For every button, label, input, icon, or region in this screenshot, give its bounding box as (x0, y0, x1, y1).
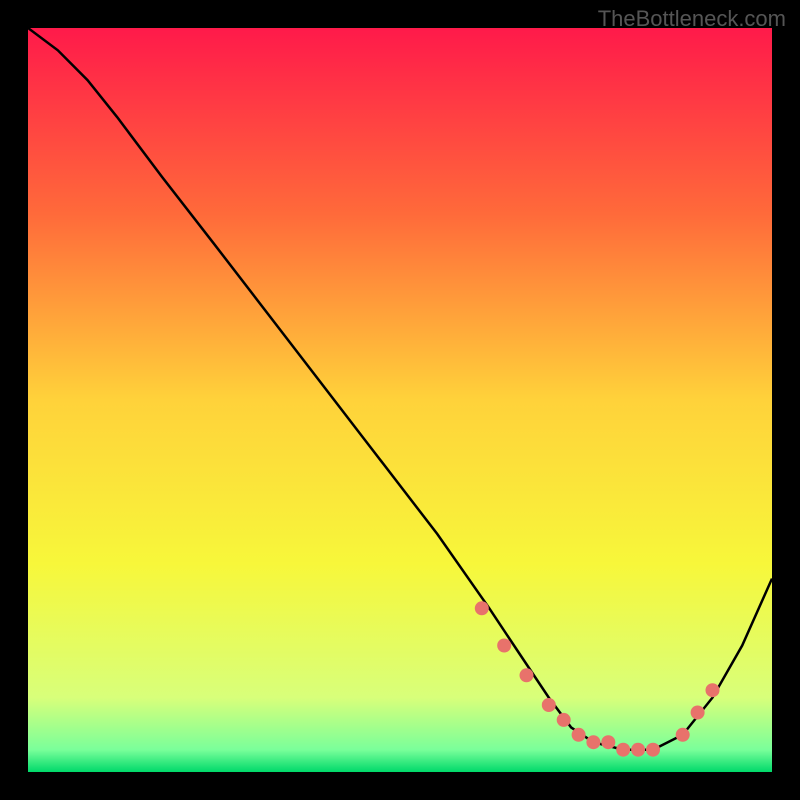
optimal-range-dot (520, 668, 534, 682)
optimal-range-dot (601, 735, 615, 749)
optimal-range-dot (646, 743, 660, 757)
optimal-range-dot (542, 698, 556, 712)
chart-svg (28, 28, 772, 772)
marker-group (475, 601, 720, 756)
optimal-range-dot (676, 728, 690, 742)
optimal-range-dot (691, 706, 705, 720)
plot-area (28, 28, 772, 772)
bottleneck-curve (28, 28, 772, 750)
optimal-range-dot (557, 713, 571, 727)
optimal-range-dot (706, 683, 720, 697)
optimal-range-dot (616, 743, 630, 757)
optimal-range-dot (497, 639, 511, 653)
watermark-text: TheBottleneck.com (598, 6, 786, 32)
optimal-range-dot (572, 728, 586, 742)
optimal-range-dot (475, 601, 489, 615)
optimal-range-dot (586, 735, 600, 749)
optimal-range-dot (631, 743, 645, 757)
